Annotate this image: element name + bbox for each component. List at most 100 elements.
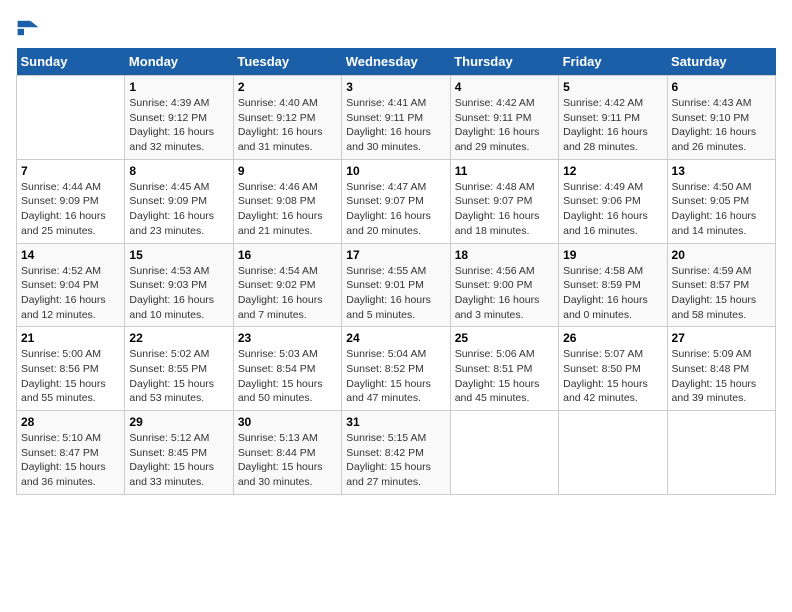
day-cell: 2 Sunrise: 4:40 AM Sunset: 9:12 PM Daylig… [233,76,341,160]
day-info: Sunrise: 4:42 AM Sunset: 9:11 PM Dayligh… [563,96,662,155]
day-info: Sunrise: 4:47 AM Sunset: 9:07 PM Dayligh… [346,180,445,239]
day-number: 17 [346,248,445,262]
day-info: Sunrise: 4:59 AM Sunset: 8:57 PM Dayligh… [672,264,771,323]
week-row-4: 21 Sunrise: 5:00 AM Sunset: 8:56 PM Dayli… [17,327,776,411]
day-cell: 6 Sunrise: 4:43 AM Sunset: 9:10 PM Daylig… [667,76,775,160]
day-info: Sunrise: 5:10 AM Sunset: 8:47 PM Dayligh… [21,431,120,490]
column-header-sunday: Sunday [17,48,125,76]
day-info: Sunrise: 4:54 AM Sunset: 9:02 PM Dayligh… [238,264,337,323]
week-row-3: 14Sunrise: 4:52 AM Sunset: 9:04 PM Dayli… [17,243,776,327]
day-info: Sunrise: 5:13 AM Sunset: 8:44 PM Dayligh… [238,431,337,490]
day-number: 1 [129,80,228,94]
day-number: 28 [21,415,120,429]
day-cell: 30 Sunrise: 5:13 AM Sunset: 8:44 PM Dayli… [233,411,341,495]
day-cell [450,411,558,495]
day-cell: 23 Sunrise: 5:03 AM Sunset: 8:54 PM Dayli… [233,327,341,411]
day-number: 7 [21,164,120,178]
day-cell: 3 Sunrise: 4:41 AM Sunset: 9:11 PM Daylig… [342,76,450,160]
day-info: Sunrise: 4:43 AM Sunset: 9:10 PM Dayligh… [672,96,771,155]
day-info: Sunrise: 4:41 AM Sunset: 9:11 PM Dayligh… [346,96,445,155]
day-number: 20 [672,248,771,262]
day-number: 10 [346,164,445,178]
calendar-table: SundayMondayTuesdayWednesdayThursdayFrid… [16,48,776,495]
day-cell: 17 Sunrise: 4:55 AM Sunset: 9:01 PM Dayli… [342,243,450,327]
day-number: 2 [238,80,337,94]
day-info: Sunrise: 4:58 AM Sunset: 8:59 PM Dayligh… [563,264,662,323]
column-header-thursday: Thursday [450,48,558,76]
day-number: 9 [238,164,337,178]
day-cell: 8Sunrise: 4:45 AM Sunset: 9:09 PM Daylig… [125,159,233,243]
day-info: Sunrise: 4:46 AM Sunset: 9:08 PM Dayligh… [238,180,337,239]
day-info: Sunrise: 4:55 AM Sunset: 9:01 PM Dayligh… [346,264,445,323]
day-cell: 26 Sunrise: 5:07 AM Sunset: 8:50 PM Dayli… [559,327,667,411]
day-info: Sunrise: 4:52 AM Sunset: 9:04 PM Dayligh… [21,264,120,323]
day-number: 30 [238,415,337,429]
week-row-1: 1 Sunrise: 4:39 AM Sunset: 9:12 PM Daylig… [17,76,776,160]
day-info: Sunrise: 4:40 AM Sunset: 9:12 PM Dayligh… [238,96,337,155]
day-cell: 28 Sunrise: 5:10 AM Sunset: 8:47 PM Dayli… [17,411,125,495]
day-number: 8 [129,164,228,178]
day-info: Sunrise: 5:00 AM Sunset: 8:56 PM Dayligh… [21,347,120,406]
day-info: Sunrise: 4:49 AM Sunset: 9:06 PM Dayligh… [563,180,662,239]
day-cell: 9 Sunrise: 4:46 AM Sunset: 9:08 PM Daylig… [233,159,341,243]
day-number: 5 [563,80,662,94]
day-info: Sunrise: 4:53 AM Sunset: 9:03 PM Dayligh… [129,264,228,323]
day-cell: 21 Sunrise: 5:00 AM Sunset: 8:56 PM Dayli… [17,327,125,411]
day-cell: 25Sunrise: 5:06 AM Sunset: 8:51 PM Dayli… [450,327,558,411]
day-number: 3 [346,80,445,94]
day-info: Sunrise: 4:48 AM Sunset: 9:07 PM Dayligh… [455,180,554,239]
day-number: 19 [563,248,662,262]
day-number: 21 [21,331,120,345]
day-cell: 13 Sunrise: 4:50 AM Sunset: 9:05 PM Dayli… [667,159,775,243]
day-info: Sunrise: 5:07 AM Sunset: 8:50 PM Dayligh… [563,347,662,406]
day-cell: 18 Sunrise: 4:56 AM Sunset: 9:00 PM Dayli… [450,243,558,327]
day-info: Sunrise: 5:09 AM Sunset: 8:48 PM Dayligh… [672,347,771,406]
day-number: 27 [672,331,771,345]
day-cell: 5 Sunrise: 4:42 AM Sunset: 9:11 PM Daylig… [559,76,667,160]
day-info: Sunrise: 4:44 AM Sunset: 9:09 PM Dayligh… [21,180,120,239]
column-header-tuesday: Tuesday [233,48,341,76]
day-info: Sunrise: 4:42 AM Sunset: 9:11 PM Dayligh… [455,96,554,155]
day-info: Sunrise: 5:04 AM Sunset: 8:52 PM Dayligh… [346,347,445,406]
day-cell: 24 Sunrise: 5:04 AM Sunset: 8:52 PM Dayli… [342,327,450,411]
day-number: 29 [129,415,228,429]
day-info: Sunrise: 5:02 AM Sunset: 8:55 PM Dayligh… [129,347,228,406]
day-cell: 4 Sunrise: 4:42 AM Sunset: 9:11 PM Daylig… [450,76,558,160]
day-cell [667,411,775,495]
day-cell: 22 Sunrise: 5:02 AM Sunset: 8:55 PM Dayli… [125,327,233,411]
day-cell: 20 Sunrise: 4:59 AM Sunset: 8:57 PM Dayli… [667,243,775,327]
day-number: 18 [455,248,554,262]
day-number: 26 [563,331,662,345]
logo-icon [16,16,40,40]
day-number: 24 [346,331,445,345]
day-cell: 27 Sunrise: 5:09 AM Sunset: 8:48 PM Dayli… [667,327,775,411]
day-info: Sunrise: 4:56 AM Sunset: 9:00 PM Dayligh… [455,264,554,323]
day-number: 22 [129,331,228,345]
day-cell: 29Sunrise: 5:12 AM Sunset: 8:45 PM Dayli… [125,411,233,495]
day-info: Sunrise: 5:15 AM Sunset: 8:42 PM Dayligh… [346,431,445,490]
day-number: 25 [455,331,554,345]
day-cell: 1 Sunrise: 4:39 AM Sunset: 9:12 PM Daylig… [125,76,233,160]
day-number: 31 [346,415,445,429]
day-number: 16 [238,248,337,262]
day-number: 23 [238,331,337,345]
column-header-friday: Friday [559,48,667,76]
page-header [16,16,776,40]
day-number: 12 [563,164,662,178]
day-cell: 7 Sunrise: 4:44 AM Sunset: 9:09 PM Daylig… [17,159,125,243]
day-cell: 15Sunrise: 4:53 AM Sunset: 9:03 PM Dayli… [125,243,233,327]
header-row: SundayMondayTuesdayWednesdayThursdayFrid… [17,48,776,76]
day-info: Sunrise: 4:39 AM Sunset: 9:12 PM Dayligh… [129,96,228,155]
day-number: 11 [455,164,554,178]
day-cell: 12 Sunrise: 4:49 AM Sunset: 9:06 PM Dayli… [559,159,667,243]
day-number: 4 [455,80,554,94]
day-cell: 16 Sunrise: 4:54 AM Sunset: 9:02 PM Dayli… [233,243,341,327]
day-number: 13 [672,164,771,178]
week-row-5: 28 Sunrise: 5:10 AM Sunset: 8:47 PM Dayli… [17,411,776,495]
day-cell: 19 Sunrise: 4:58 AM Sunset: 8:59 PM Dayli… [559,243,667,327]
column-header-monday: Monday [125,48,233,76]
day-info: Sunrise: 4:50 AM Sunset: 9:05 PM Dayligh… [672,180,771,239]
day-number: 6 [672,80,771,94]
day-info: Sunrise: 5:03 AM Sunset: 8:54 PM Dayligh… [238,347,337,406]
day-cell [559,411,667,495]
